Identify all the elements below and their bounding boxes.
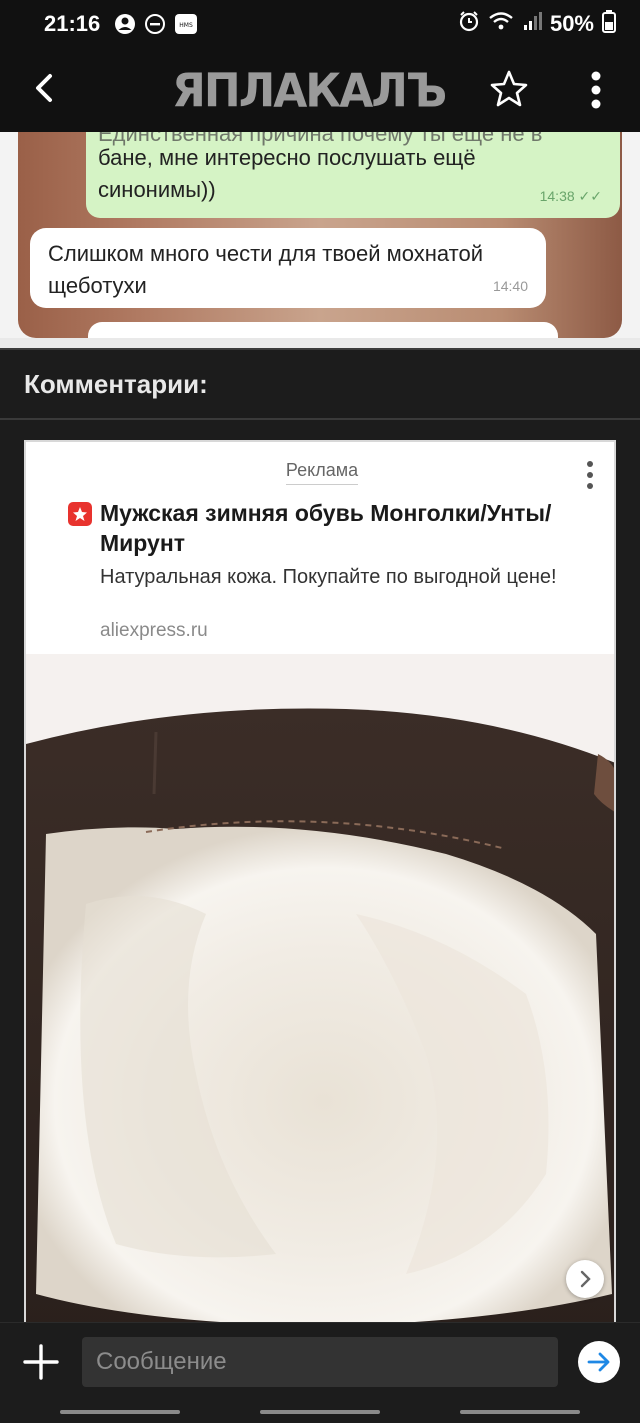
bubble-text: Слишком много чести для твоей мохнатой щ… [48,241,484,298]
arrow-right-icon [587,1352,610,1372]
app-bar: ЯПЛАКАЛЪ [0,48,640,132]
bubble-time: 14:38 ✓✓ [539,188,602,204]
hms-icon: HMS [174,13,198,35]
battery-percent: 50% [549,11,594,36]
favorite-button[interactable] [488,68,530,110]
more-vert-icon [591,71,601,109]
screen: 21:16 HMS 50% ЯПЛАКАЛЪ Единственная прич… [0,0,640,1423]
comments-heading: Комментарии: [0,348,640,420]
status-right: 50% [458,9,616,39]
chat-screenshot: Единственная причина почему ты еще не в … [18,132,622,338]
chat-bubble-partial [88,322,558,338]
site-logo[interactable]: ЯПЛАКАЛЪ [172,64,472,118]
image-bottom-edge [0,338,640,348]
back-button[interactable] [26,66,66,110]
status-bar: 21:16 HMS 50% [0,0,640,48]
ad-next-button[interactable] [566,1260,604,1298]
logo-text: ЯПЛАКАЛЪ [172,64,447,118]
nav-back[interactable] [460,1410,580,1414]
bubble-time: 14:40 [492,278,528,294]
ad-label-text: Реклама [285,460,359,485]
ad-product-image[interactable] [26,654,614,1338]
ad-label: Реклама [26,460,614,485]
post-image[interactable]: Единственная причина почему ты еще не в … [0,132,640,348]
dnd-icon [144,13,166,35]
wifi-icon [488,10,514,38]
more-vert-icon [587,461,593,489]
system-nav-bar [0,1402,640,1423]
ad-more-button[interactable] [578,458,602,492]
chevron-left-icon [36,74,52,102]
chevron-right-icon [580,1270,591,1288]
chat-bubble-incoming: Слишком много чести для твоей мохнатой щ… [30,228,546,308]
message-input[interactable] [82,1337,558,1387]
signal-icon [522,10,542,38]
comments-title: Комментарии: [24,368,208,399]
bubble-cut-text: Единственная причина почему ты еще не в [98,132,543,146]
ad-domain[interactable]: aliexpress.ru [100,620,208,642]
aliexpress-logo-icon [68,502,92,526]
plus-icon [23,1344,59,1380]
message-composer [0,1322,640,1402]
more-menu-button[interactable] [580,68,612,112]
boot-fur-image [26,654,614,1338]
chat-bubble-outgoing: Единственная причина почему ты еще не в … [86,132,620,218]
bubble-text: бане, мне интересно послушать ещё синони… [98,145,476,202]
person-icon [114,13,136,35]
add-attachment-button[interactable] [22,1343,60,1381]
send-button[interactable] [578,1341,620,1383]
ad-description: Натуральная кожа. Покупайте по выгодной … [100,566,557,588]
nav-recents[interactable] [60,1410,180,1414]
hms-label: HMS [180,22,194,29]
status-time: 21:16 [44,11,101,36]
ad-title[interactable]: Мужская зимняя обувь Монголки/Унты/Мирун… [100,498,600,558]
nav-home[interactable] [260,1410,380,1414]
star-outline-icon [490,70,528,107]
ad-card[interactable]: Реклама Мужская зимняя обувь Монголки/Ун… [24,440,616,1340]
battery-icon [602,9,616,39]
alarm-icon [458,10,480,38]
